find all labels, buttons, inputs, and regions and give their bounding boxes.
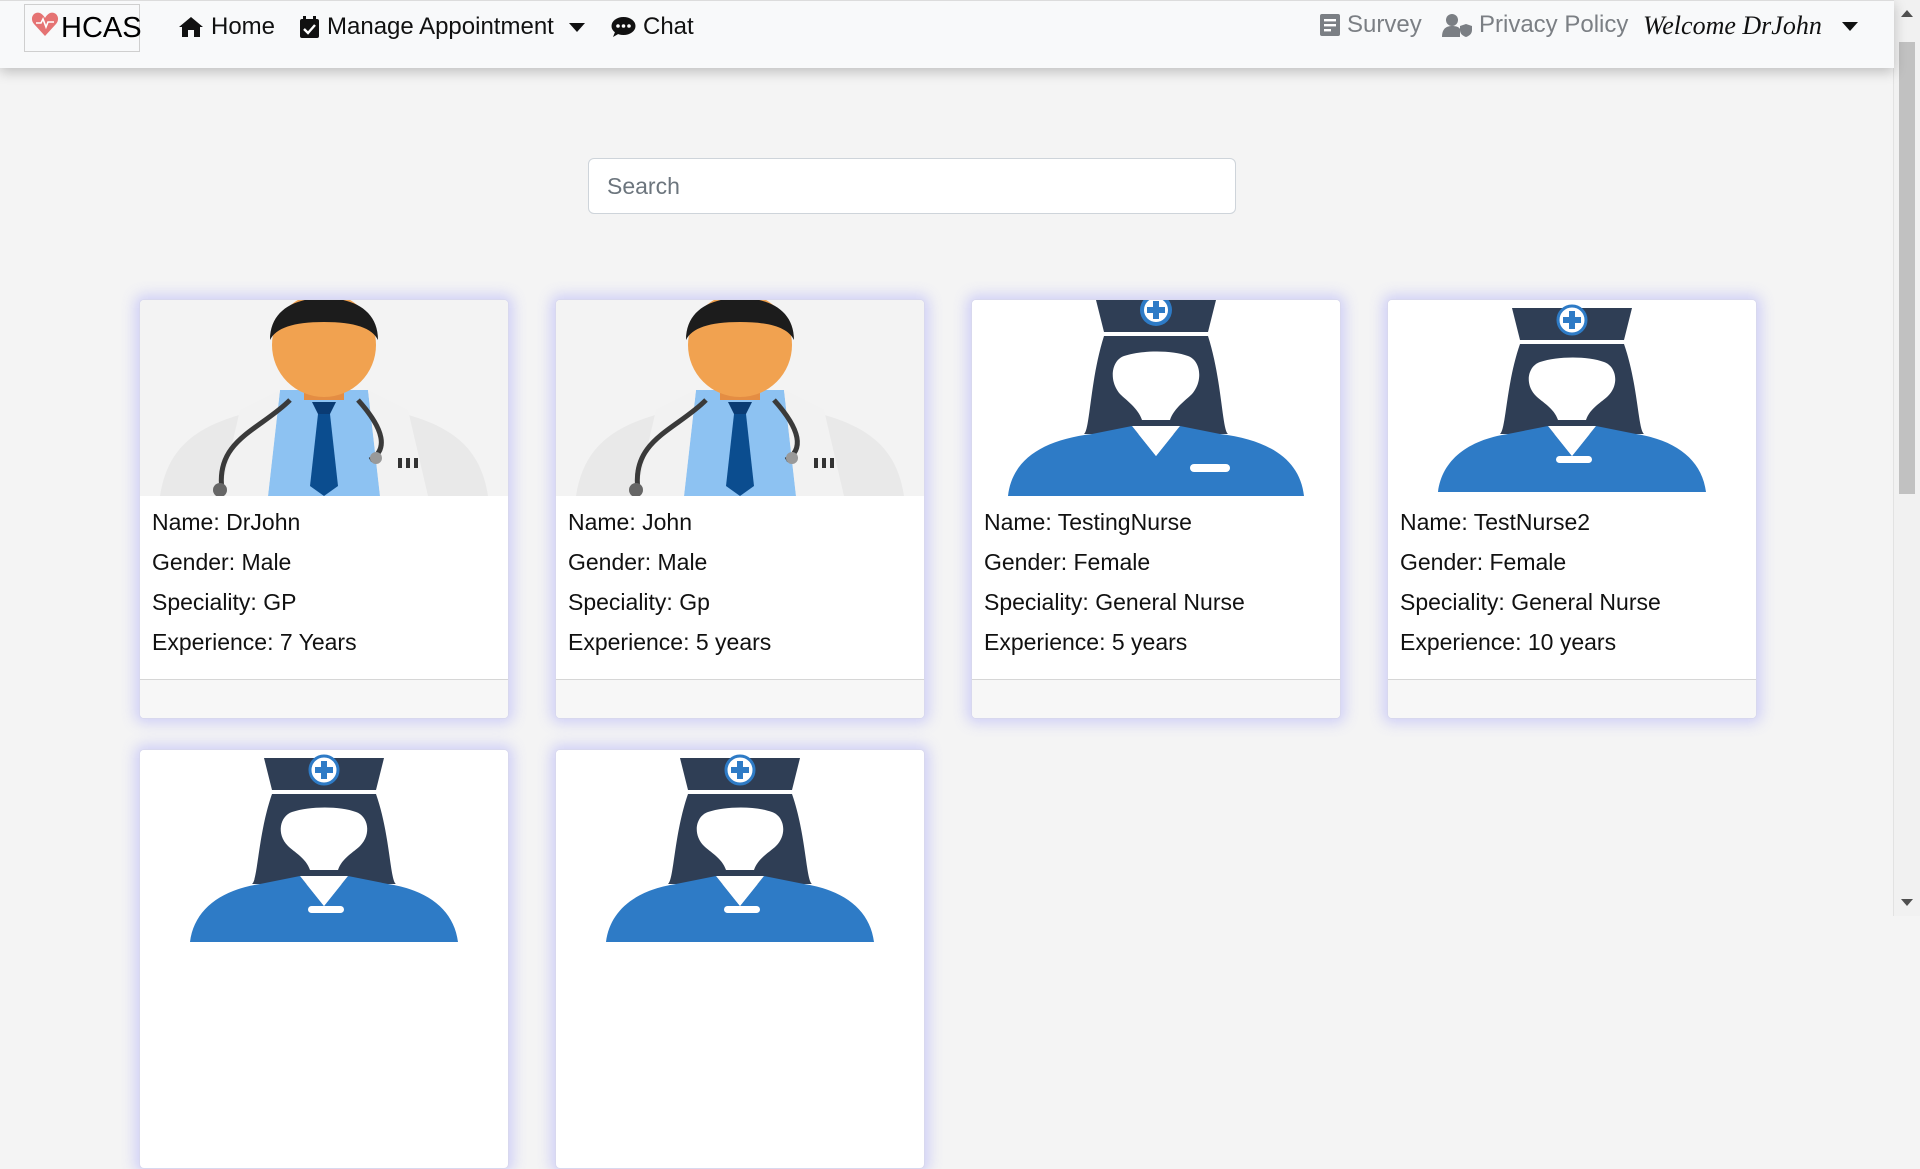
nav-privacy-policy-label: Privacy Policy bbox=[1479, 11, 1629, 38]
doctor-avatar-image bbox=[140, 300, 508, 497]
chat-icon bbox=[611, 16, 636, 38]
staff-name: Name: DrJohn bbox=[152, 509, 301, 535]
user-shield-icon bbox=[1442, 13, 1472, 37]
nav-survey-label: Survey bbox=[1347, 11, 1422, 38]
welcome-text: Welcome DrJohn bbox=[1643, 11, 1822, 40]
chevron-down-icon bbox=[1841, 21, 1858, 31]
staff-card[interactable] bbox=[555, 749, 925, 1169]
nav-chat-label: Chat bbox=[643, 13, 694, 40]
staff-speciality: Speciality: GP bbox=[152, 589, 297, 615]
vertical-scrollbar[interactable] bbox=[1893, 0, 1920, 916]
staff-gender: Gender: Female bbox=[984, 549, 1151, 575]
staff-card[interactable] bbox=[139, 749, 509, 1169]
staff-card[interactable]: Name: DrJohn Gender: Male Speciality: GP… bbox=[139, 299, 509, 719]
doctor-avatar-image bbox=[556, 300, 924, 497]
nav-manage-appointment-label: Manage Appointment bbox=[327, 13, 554, 40]
nav-privacy-policy[interactable]: Privacy Policy bbox=[1442, 1, 1628, 49]
nurse-avatar-image bbox=[140, 750, 508, 946]
scroll-up-arrow-icon[interactable] bbox=[1901, 10, 1913, 17]
staff-card[interactable]: Name: TestNurse2 Gender: Female Speciali… bbox=[1387, 299, 1757, 719]
staff-experience: Experience: 5 years bbox=[984, 629, 1188, 655]
staff-card[interactable]: Name: TestingNurse Gender: Female Specia… bbox=[971, 299, 1341, 719]
nav-chat[interactable]: Chat bbox=[611, 1, 694, 53]
staff-speciality: Speciality: General Nurse bbox=[1400, 589, 1661, 615]
nurse-avatar-image bbox=[972, 300, 1340, 496]
nav-survey[interactable]: Survey bbox=[1320, 1, 1422, 49]
calendar-check-icon bbox=[299, 15, 320, 39]
staff-speciality: Speciality: General Nurse bbox=[984, 589, 1245, 615]
survey-icon bbox=[1320, 14, 1340, 36]
card-footer bbox=[1388, 679, 1756, 718]
nav-manage-appointment[interactable]: Manage Appointment bbox=[299, 1, 585, 53]
heart-icon bbox=[31, 11, 59, 45]
staff-gender: Gender: Female bbox=[1400, 549, 1567, 575]
staff-name: Name: TestingNurse bbox=[984, 509, 1192, 535]
staff-name: Name: John bbox=[568, 509, 693, 535]
staff-experience: Experience: 5 years bbox=[568, 629, 772, 655]
staff-name: Name: TestNurse2 bbox=[1400, 509, 1591, 535]
staff-experience: Experience: 10 years bbox=[1400, 629, 1617, 655]
card-footer bbox=[556, 679, 924, 718]
staff-gender: Gender: Male bbox=[568, 549, 708, 575]
staff-gender: Gender: Male bbox=[152, 549, 292, 575]
chevron-down-icon bbox=[568, 22, 585, 32]
scroll-down-arrow-icon[interactable] bbox=[1901, 899, 1913, 906]
brand-logo[interactable]: HCAS bbox=[24, 4, 142, 52]
nurse-avatar-image bbox=[1388, 300, 1756, 496]
staff-experience: Experience: 7 Years bbox=[152, 629, 357, 655]
staff-speciality: Speciality: Gp bbox=[568, 589, 710, 615]
home-icon bbox=[178, 15, 204, 39]
nav-home-label: Home bbox=[211, 13, 276, 40]
nav-home[interactable]: Home bbox=[178, 1, 275, 53]
top-navbar: HCAS Home Manage Appointment Chat Survey… bbox=[0, 0, 1894, 68]
staff-card[interactable]: Name: John Gender: Male Speciality: Gp E… bbox=[555, 299, 925, 719]
search-input[interactable] bbox=[588, 158, 1236, 214]
scrollbar-thumb[interactable] bbox=[1899, 42, 1915, 494]
user-menu[interactable]: Welcome DrJohn bbox=[1643, 1, 1858, 51]
nurse-avatar-image bbox=[556, 750, 924, 946]
card-footer bbox=[972, 679, 1340, 718]
brand-name: HCAS bbox=[61, 11, 142, 44]
card-footer bbox=[140, 679, 508, 718]
